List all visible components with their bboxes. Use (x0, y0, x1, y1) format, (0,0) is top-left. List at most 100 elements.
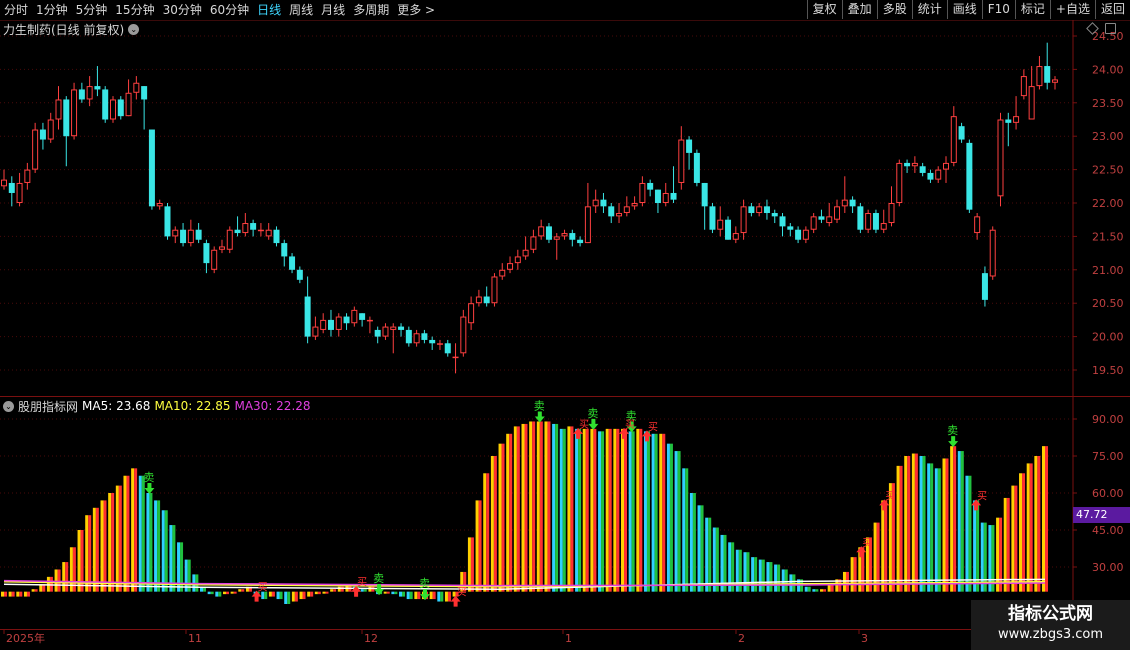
candle-body (164, 206, 171, 237)
oscillator-bar-rising (115, 485, 119, 592)
candle-body (538, 226, 545, 237)
oscillator-bar-rising (483, 473, 487, 592)
candle-body (896, 162, 903, 203)
oscillator-bar-falling (437, 591, 441, 602)
oscillator-bar-rising (945, 458, 949, 592)
candle-body (312, 326, 319, 337)
chart-canvas[interactable]: 24.5024.0023.5023.0022.5022.0021.5021.00… (0, 0, 1130, 650)
oscillator-bar-falling (766, 562, 770, 592)
oscillator-bar-rising (444, 591, 448, 602)
chevron-down-icon[interactable]: ⌄ (128, 23, 140, 35)
oscillator-bar-rising (1, 591, 4, 597)
oscillator-bar-falling (138, 475, 142, 592)
candle-body (343, 316, 350, 324)
date-axis-label: 11 (188, 632, 202, 645)
buy-signal-label: 买 (357, 577, 367, 589)
oscillator-bar-rising (532, 421, 536, 592)
buy-signal-label: 买 (625, 419, 635, 431)
oscillator-bar-falling (976, 500, 980, 592)
candle-body (763, 206, 770, 214)
oscillator-bar-rising (475, 500, 479, 592)
candle-body (654, 189, 661, 203)
oscillator-bar-falling (685, 468, 689, 592)
oscillator-bar-rising (1037, 456, 1041, 592)
oscillator-bar-rising (1026, 463, 1030, 592)
buy-signal-label: 买 (977, 490, 987, 502)
candle-body (935, 169, 942, 180)
oscillator-bar-rising (85, 515, 89, 592)
sell-signal-label: 卖 (419, 577, 430, 590)
candle-body (304, 296, 311, 337)
oscillator-bar-falling (601, 431, 605, 592)
candle-body (880, 223, 887, 230)
oscillator-bar-rising (884, 500, 888, 592)
oscillator-bar-rising (238, 589, 242, 592)
stock-title-row: 力生制药(日线 前复权) ⌄ (3, 21, 140, 37)
oscillator-bar-rising (501, 443, 505, 592)
oscillator-bar-falling (715, 527, 719, 592)
indicator-name[interactable]: 股朋指标网 (18, 398, 78, 415)
oscillator-bar-rising (516, 426, 520, 592)
candle-body (491, 276, 498, 304)
oscillator-bar-falling (781, 569, 785, 592)
oscillator-bar-rising (662, 433, 666, 592)
oscillator-bar-rising (850, 557, 854, 592)
candle-body (335, 316, 342, 330)
oscillator-bar-falling (666, 443, 670, 592)
oscillator-bar-rising (134, 468, 138, 592)
candle-body (436, 343, 443, 345)
oscillator-bar-falling (276, 591, 280, 600)
chevron-down-icon[interactable]: ⌄ (3, 400, 14, 412)
oscillator-bar-rising (616, 428, 620, 592)
oscillator-bar-falling (674, 451, 678, 592)
candle-body (390, 326, 397, 330)
oscillator-bar-rising (225, 591, 229, 595)
oscillator-bar-falling (279, 591, 283, 600)
oscillator-bar-rising (65, 562, 69, 592)
candle-body (623, 206, 630, 214)
buy-signal-label: 买 (885, 490, 895, 502)
price-axis-label: 23.00 (1092, 130, 1124, 143)
oscillator-bar-rising (509, 433, 513, 592)
diamond-icon[interactable] (1086, 22, 1099, 35)
candle-body (86, 86, 93, 100)
oscillator-bar-rising (54, 569, 58, 592)
date-axis-label: 3 (861, 632, 868, 645)
window-toggle-icon[interactable] (1105, 23, 1116, 34)
candle-body (577, 239, 584, 244)
candle-body (631, 203, 638, 207)
oscillator-bar-rising (11, 591, 15, 597)
price-axis-label: 21.50 (1092, 230, 1124, 243)
oscillator-bar-rising (371, 586, 375, 592)
oscillator-bar-rising (907, 456, 911, 592)
oscillator-bar-falling (965, 475, 969, 592)
oscillator-bar-rising (4, 591, 7, 597)
candle-body (950, 116, 957, 163)
candle-body (320, 319, 327, 330)
candle-body (779, 216, 786, 227)
oscillator-bar-rising (1003, 497, 1007, 592)
oscillator-bar-falling (559, 428, 563, 592)
price-axis-label: 21.00 (1092, 264, 1124, 277)
candle-body (47, 119, 54, 140)
candle-body (1013, 116, 1020, 123)
candle-body (242, 223, 249, 234)
candle-body (55, 99, 62, 120)
buy-signal-label: 买 (579, 419, 589, 431)
sell-signal-label: 卖 (947, 424, 958, 437)
oscillator-bar-rising (842, 571, 846, 592)
oscillator-bar-falling (218, 591, 222, 597)
candle-body (273, 229, 280, 244)
candle-body (16, 182, 23, 204)
oscillator-bar-falling (440, 591, 444, 602)
candle-body (78, 89, 85, 100)
oscillator-bar-rising (529, 421, 533, 592)
candle-body (234, 229, 241, 234)
oscillator-bar-rising (31, 589, 35, 592)
buy-signal-label: 买 (862, 537, 872, 549)
oscillator-bar-rising (1042, 446, 1045, 592)
sell-arrow-icon (534, 411, 545, 423)
oscillator-bar-rising (1006, 497, 1010, 592)
oscillator-bar-falling (751, 557, 755, 592)
oscillator-bar-rising (271, 591, 275, 597)
